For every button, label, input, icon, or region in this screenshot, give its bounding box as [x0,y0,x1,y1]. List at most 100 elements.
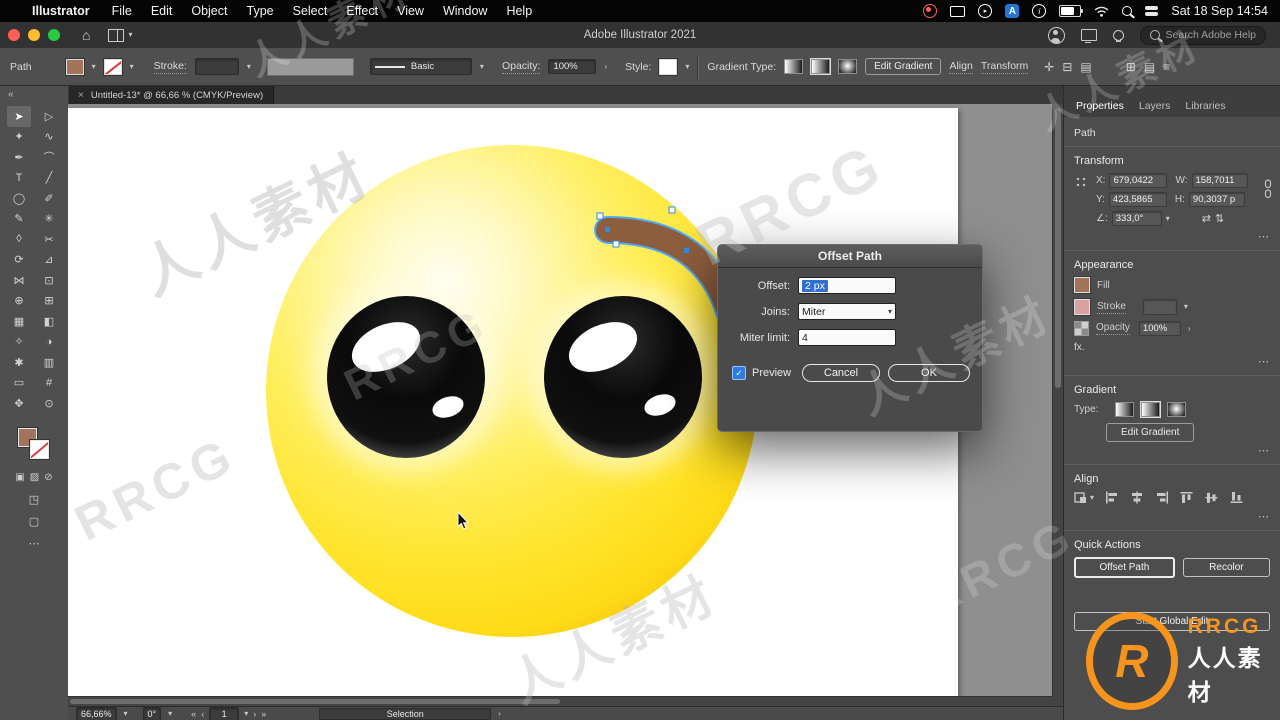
dialog-title[interactable]: Offset Path [718,245,982,268]
menu-type[interactable]: Type [247,4,274,18]
stroke-indicator-swatch[interactable] [30,439,49,459]
linear-gradient-button[interactable] [784,59,804,74]
stroke-weight-label[interactable]: Stroke: [153,60,187,74]
brush-definition-dropdown[interactable]: Basic [369,58,472,75]
fx-button[interactable]: fx. [1074,342,1270,353]
gradient-button-icon[interactable]: ▨ [30,472,39,483]
flip-vertical-icon[interactable]: ⇅ [1215,212,1224,225]
scale-tool[interactable]: ⊿ [37,250,61,271]
collapse-toolbar-icon[interactable]: « [8,89,14,100]
close-tab-icon[interactable]: × [78,90,84,101]
miter-limit-input[interactable]: 4 [798,329,896,346]
stroke-weight-field[interactable] [194,58,239,75]
transform-widget-icon[interactable]: ✛ [1044,60,1054,74]
tab-layers[interactable]: Layers [1139,100,1171,112]
zoom-tool[interactable]: ⊙ [37,393,61,414]
stroke-color-swatch[interactable] [103,58,122,75]
angle-chevron-icon[interactable]: ▾ [1166,214,1170,223]
shaper-tool[interactable]: ✳ [37,209,61,230]
type-tool[interactable]: T [7,168,31,189]
tab-properties[interactable]: Properties [1076,100,1124,112]
shape-builder-tool[interactable]: ⊕ [7,291,31,312]
battery-icon[interactable] [1059,5,1084,17]
zoom-chevron-icon[interactable]: ▾ [124,709,128,718]
edit-gradient-button[interactable]: Edit Gradient [865,58,942,75]
transform-panel-label[interactable]: Transform [980,60,1029,74]
draw-mode-icon[interactable]: ◳ [29,493,39,506]
eyedropper-tool[interactable]: ✧ [7,332,31,353]
slice-tool[interactable]: # [37,373,61,394]
tab-libraries[interactable]: Libraries [1185,100,1225,112]
opacity-label[interactable]: Opacity: [501,60,541,74]
paintbrush-tool[interactable]: ✐ [37,188,61,209]
status-tool-indicator[interactable]: Selection [319,707,492,720]
curvature-tool[interactable]: ⌒ [37,147,61,168]
recolor-button[interactable]: Recolor [1182,558,1270,577]
align-top-icon[interactable] [1180,491,1194,504]
freeform-gradient-button[interactable] [838,59,858,74]
color-button-icon[interactable]: ▣ [15,472,24,483]
menu-select[interactable]: Select [293,4,328,18]
transform-more-options-icon[interactable]: ⋯ [1074,230,1270,243]
hand-tool[interactable]: ✥ [7,393,31,414]
reference-point-icon[interactable] [1074,175,1089,190]
align-more-options-icon[interactable]: ⋯ [1074,510,1270,523]
cancel-button[interactable]: Cancel [802,364,880,382]
freeform-gradient-button[interactable] [1167,402,1187,417]
display-icon[interactable] [950,5,966,17]
document-tab[interactable]: × Untitled-13* @ 66,66 % (CMYK/Preview) [68,86,275,104]
zoom-level-dropdown[interactable]: 66,66% [76,706,117,720]
appearance-stroke-label[interactable]: Stroke [1097,301,1126,314]
direct-selection-tool[interactable]: ▷ [37,106,61,127]
last-artboard-icon[interactable]: » [261,709,266,719]
rotate-tool[interactable]: ⟳ [7,250,31,271]
x-field[interactable]: 679,0422 [1109,173,1168,188]
artboard-number-dropdown[interactable]: 1 [209,706,240,720]
menu-help[interactable]: Help [506,4,532,18]
line-segment-tool[interactable]: ╱ [37,168,61,189]
opacity-panel-arrow-icon[interactable]: › [604,62,607,71]
menu-edit[interactable]: Edit [151,4,173,18]
fill-chevron-icon[interactable]: ▾ [92,62,96,71]
edit-toolbar-icon[interactable]: ⋯ [29,537,40,550]
brush-preview-well[interactable] [266,57,354,76]
menu-window[interactable]: Window [443,4,487,18]
pencil-tool[interactable]: ✎ [7,209,31,230]
magic-wand-tool[interactable]: ✦ [7,127,31,148]
fill-color-swatch[interactable] [65,58,84,75]
w-field[interactable]: 158,7011 [1191,173,1248,188]
rotation-dropdown[interactable]: 0° [142,706,162,720]
width-tool[interactable]: ⋈ [7,270,31,291]
menu-effect[interactable]: Effect [346,4,378,18]
menu-bar-clock[interactable]: Sat 18 Sep 14:54 [1171,4,1268,18]
offset-input[interactable]: 2 px [798,277,896,294]
joins-dropdown[interactable]: Miter ▾ [798,303,896,320]
style-chevron-icon[interactable]: ▾ [685,62,689,71]
artboard-chevron-icon[interactable]: ▾ [244,709,248,718]
rotation-chevron-icon[interactable]: ▾ [168,709,172,718]
vertical-scrollbar-thumb[interactable] [1054,108,1061,388]
none-button-icon[interactable]: ⊘ [44,472,52,483]
selection-tool[interactable]: ➤ [7,106,31,127]
help-search-field[interactable]: Search Adobe Help [1139,25,1266,45]
pen-tool[interactable]: ✒ [7,147,31,168]
stroke-weight-chevron-icon[interactable]: ▾ [247,62,251,71]
edit-gradient-button[interactable]: Edit Gradient [1106,423,1195,442]
appearance-opacity-field[interactable]: 100% [1138,321,1181,336]
style-swatch[interactable] [659,58,678,75]
eraser-tool[interactable]: ◊ [7,229,31,250]
gradient-tool[interactable]: ◧ [37,311,61,332]
control-bar-menu-icon[interactable]: ≡ [1163,60,1170,74]
blend-tool[interactable]: ◑ [37,332,61,353]
stroke-weight-chevron-icon[interactable]: ▾ [1184,303,1188,311]
scissors-tool[interactable]: ✂ [37,229,61,250]
perspective-grid-tool[interactable]: ⊞ [37,291,61,312]
info-icon[interactable]: i [1032,4,1047,18]
artboard-grid-icon[interactable]: ▤ [1144,60,1155,74]
horizontal-scrollbar[interactable] [68,696,1053,706]
lasso-tool[interactable]: ∿ [37,127,61,148]
app-menu[interactable]: Illustrator [32,4,90,18]
preview-checkbox[interactable]: ✓ [732,366,746,380]
align-bottom-icon[interactable] [1230,491,1244,504]
appearance-stroke-swatch[interactable] [1074,299,1090,315]
